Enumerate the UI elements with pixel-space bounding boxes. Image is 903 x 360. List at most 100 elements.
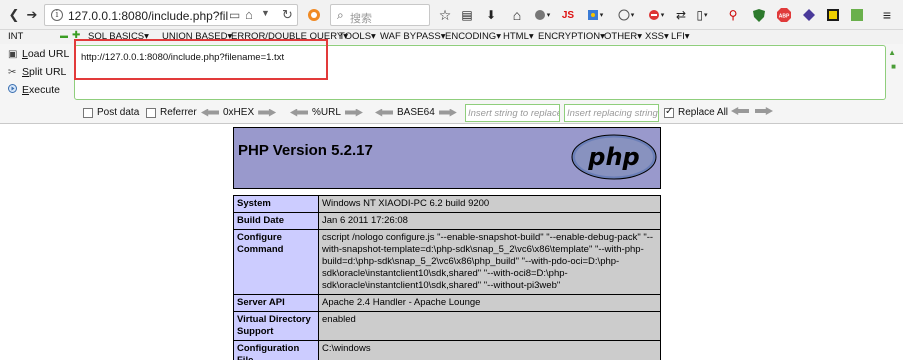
- table-row: Configuration File C:\windows: [233, 340, 661, 360]
- hackbar-menu-encoding[interactable]: ENCODING▾: [445, 31, 501, 42]
- split-url-label: plit URL: [29, 66, 67, 78]
- adblock-icon[interactable]: ABP: [776, 7, 792, 23]
- extension-red-icon[interactable]: ▾: [645, 7, 667, 23]
- replace-all-label: Replace All: [678, 107, 729, 118]
- extension-green-icon[interactable]: [850, 7, 864, 23]
- hackbar-plus-icon[interactable]: ✚: [72, 30, 80, 41]
- replace-all-checkbox[interactable]: Replace All: [664, 106, 729, 118]
- referrer-label: Referrer: [160, 107, 197, 118]
- table-row: Virtual Directory Support enabled: [233, 311, 661, 341]
- extension-gray-icon[interactable]: ▾: [532, 7, 552, 23]
- post-data-checkbox-box[interactable]: [83, 107, 93, 118]
- back-arrow-icon[interactable]: ❮: [6, 7, 22, 23]
- row-key: System: [233, 195, 319, 213]
- replace-all-checkbox-box[interactable]: [664, 106, 674, 118]
- url-encode-arrow-icon[interactable]: [344, 108, 363, 117]
- execute-label: xecute: [29, 84, 60, 96]
- bookmark-star-icon[interactable]: ☆: [438, 7, 452, 23]
- php-version-header: PHP Version 5.2.17 php: [233, 127, 661, 189]
- home-icon[interactable]: ⌂: [245, 7, 253, 22]
- hackbar-collapse-icon[interactable]: ▲: [888, 48, 896, 57]
- hackbar-menu-encryption[interactable]: ENCRYPTION▾: [538, 31, 605, 42]
- sync-icon[interactable]: ⇄: [672, 7, 690, 23]
- execute-icon: [8, 84, 22, 96]
- hackbar-menu-other[interactable]: OTHER▾: [604, 31, 642, 42]
- hackbar-menu-sql-basics[interactable]: SQL BASICS▾: [88, 31, 149, 42]
- table-row: Server API Apache 2.4 Handler - Apache L…: [233, 294, 661, 312]
- search-bar[interactable]: ⌕ 搜索: [330, 4, 430, 26]
- extension-yellow-icon[interactable]: [826, 7, 840, 23]
- hackbar-menu-union-based[interactable]: UNION BASED▾: [162, 31, 232, 42]
- row-key: Virtual Directory Support: [233, 311, 319, 341]
- hackbar-menu-waf-bypass[interactable]: WAF BYPASS▾: [380, 31, 445, 42]
- hackbar-menu-tools[interactable]: TOOLS▾: [339, 31, 376, 42]
- forward-arrow-icon[interactable]: ➔: [24, 7, 40, 23]
- svg-text:ABP: ABP: [779, 14, 790, 20]
- hackbar-menu-int[interactable]: INT: [8, 31, 23, 42]
- hackbar-minus-icon[interactable]: ▬: [60, 31, 68, 40]
- insert-replacing-input[interactable]: Insert replacing string: [564, 104, 659, 122]
- hex-encode-arrow-icon[interactable]: [258, 108, 277, 117]
- replace-left-arrow-icon[interactable]: [731, 107, 749, 115]
- row-value: enabled: [318, 311, 661, 341]
- js-toggle-icon[interactable]: JS: [560, 7, 576, 23]
- hackbar-menu-xss[interactable]: XSS▾: [645, 31, 669, 42]
- zoom-icon[interactable]: ⚲: [726, 7, 740, 23]
- split-url-button[interactable]: ✂ Split URL: [8, 66, 66, 78]
- load-url-button[interactable]: ▣ Load URL: [8, 48, 69, 60]
- base64-encode-control: BASE64: [375, 107, 457, 118]
- reload-icon[interactable]: ↻: [282, 7, 293, 23]
- row-value: Windows NT XIAODI-PC 6.2 build 9200: [318, 195, 661, 213]
- replace-right-arrow-icon[interactable]: [755, 107, 773, 115]
- hex-decode-arrow-icon[interactable]: [201, 108, 219, 117]
- base64-encode-arrow-icon[interactable]: [438, 108, 457, 117]
- row-value: Jan 6 2011 17:26:08: [318, 212, 661, 230]
- extension-palette-icon[interactable]: ▾: [616, 7, 636, 23]
- hex-encode-control: 0xHEX: [201, 107, 277, 118]
- extension-device-icon[interactable]: ▯ ▾: [692, 7, 712, 23]
- address-bar[interactable]: i 127.0.0.1:8080/include.php?filena ▭ ⌂ …: [44, 4, 298, 26]
- row-value: Apache 2.4 Handler - Apache Lounge: [318, 294, 661, 312]
- library-icon[interactable]: ▤: [460, 7, 474, 23]
- dropdown-arrow-icon[interactable]: ▼: [261, 8, 270, 18]
- hackbar-url-textarea[interactable]: http://127.0.0.1:8080/include.php?filena…: [74, 45, 886, 100]
- table-row: Configure Command cscript /nologo config…: [233, 229, 661, 295]
- download-icon[interactable]: ⬇: [484, 7, 498, 23]
- hackbar-expand-icon[interactable]: ■: [891, 62, 896, 71]
- row-value: cscript /nologo configure.js "--enable-s…: [318, 229, 661, 295]
- search-placeholder: 搜索: [350, 13, 372, 25]
- execute-button[interactable]: Execute: [8, 84, 60, 96]
- url-encode-control: %URL: [290, 107, 363, 118]
- split-url-accesskey: S: [22, 66, 30, 78]
- base64-decode-arrow-icon[interactable]: [375, 108, 393, 117]
- reader-view-icon[interactable]: ▭: [229, 8, 240, 22]
- load-url-icon: ▣: [8, 49, 18, 60]
- load-url-label: oad URL: [27, 48, 70, 60]
- insert-string-input[interactable]: Insert string to replace: [465, 104, 560, 122]
- post-data-checkbox[interactable]: Post data: [83, 107, 139, 118]
- row-key: Configuration File: [233, 340, 319, 360]
- extension-diamond-icon[interactable]: [802, 7, 816, 23]
- hackbar-url-value[interactable]: http://127.0.0.1:8080/include.php?filena…: [81, 52, 284, 63]
- hackbar-options-bar: Post data Referrer 0xHEX %URL BASE64 Ins…: [0, 103, 903, 123]
- php-version-title: PHP Version 5.2.17: [238, 142, 373, 159]
- url-decode-arrow-icon[interactable]: [290, 108, 308, 117]
- extension-orange-icon[interactable]: [306, 7, 322, 23]
- menu-icon[interactable]: ≡: [880, 7, 894, 23]
- row-key: Build Date: [233, 212, 319, 230]
- hackbar-menu-lfi[interactable]: LFI▾: [671, 31, 690, 42]
- php-logo-text: php: [587, 143, 639, 171]
- execute-accesskey: E: [22, 84, 30, 96]
- hackbar-menu-html[interactable]: HTML▾: [503, 31, 534, 42]
- site-info-icon[interactable]: i: [51, 9, 63, 21]
- hackbar-menu-error-double-query[interactable]: ERROR/DOUBLE QUERY▾: [231, 31, 348, 42]
- shield-icon[interactable]: [752, 7, 766, 23]
- address-bar-url[interactable]: 127.0.0.1:8080/include.php?filena: [68, 9, 228, 23]
- referrer-checkbox-box[interactable]: [146, 107, 156, 118]
- home-button-icon[interactable]: ⌂: [510, 7, 524, 23]
- replace-control: [731, 107, 773, 115]
- extension-blue-icon[interactable]: ▾: [585, 7, 605, 23]
- referrer-checkbox[interactable]: Referrer: [146, 107, 197, 118]
- post-data-label: Post data: [97, 107, 140, 118]
- hackbar-panel: ▣ Load URL ✂ Split URL Execute http://127.…: [0, 39, 903, 124]
